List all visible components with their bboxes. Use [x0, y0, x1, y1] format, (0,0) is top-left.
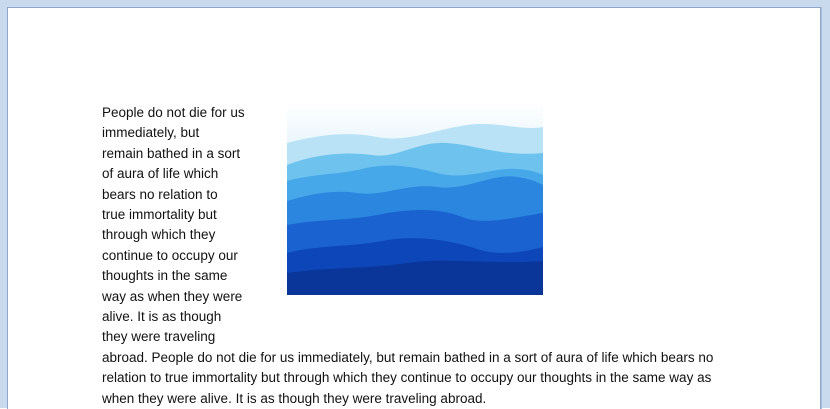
document-workspace: People do not die for us immediately, bu… [0, 0, 830, 409]
text-line: alive. It is as though [102, 309, 222, 325]
text-line: bears no relation to [102, 186, 218, 202]
wrapped-text-block[interactable]: People do not die for us immediately, bu… [102, 103, 260, 348]
text-line: they were traveling [102, 329, 216, 345]
text-line: immediately, but [102, 125, 200, 141]
document-page[interactable]: People do not die for us immediately, bu… [7, 7, 821, 409]
text-line: continue to occupy our [102, 247, 238, 263]
text-line: when they were alive. It is as though th… [102, 390, 487, 406]
text-line: of aura of life which [102, 166, 219, 182]
full-width-text-block[interactable]: abroad. People do not die for us immedia… [102, 348, 742, 409]
text-line: remain bathed in a sort [102, 145, 241, 161]
text-line: true immortality but [102, 207, 217, 223]
text-line: abroad. People do not die for us immedia… [102, 350, 714, 365]
text-line: People do not die for us [102, 105, 245, 120]
text-line: way as when they were [102, 288, 243, 304]
text-line: through which they [102, 227, 216, 243]
text-line: relation to true immortality but through… [102, 370, 712, 386]
blue-mountains-image[interactable] [287, 103, 543, 295]
text-line: thoughts in the same [102, 268, 228, 284]
